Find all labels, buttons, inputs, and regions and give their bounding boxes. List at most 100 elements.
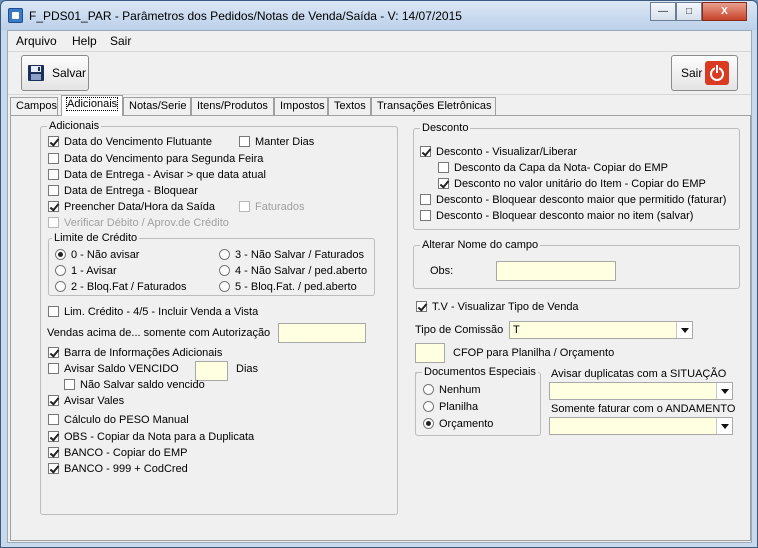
chk-label: Desconto no valor unitário do Item - Cop… [454,178,706,190]
chk-verificar-debito: Verificar Débito / Aprov.de Crédito [48,217,229,231]
tab-adicionais[interactable]: Adicionais [61,95,123,116]
chk-tv-visualizar[interactable]: T.V - Visualizar Tipo de Venda [416,301,579,315]
checkbox-checked [48,201,59,212]
radio-label: Nenhum [439,384,481,396]
radio [423,384,434,395]
chk-label: Preencher Data/Hora da Saída [64,201,216,213]
chk-banco-emp[interactable]: BANCO - Copiar do EMP [48,447,187,461]
chk-preencher-saida[interactable]: Preencher Data/Hora da Saída [48,201,215,215]
chk-venc-segunda[interactable]: Data do Vencimento para Segunda Feira [48,153,263,167]
chk-label: Data de Entrega - Avisar > que data atua… [64,169,266,181]
tipo-comissao-select[interactable]: T [509,321,693,339]
chk-desconto-capa[interactable]: Desconto da Capa da Nota- Copiar do EMP [438,162,668,176]
title-bar[interactable]: F_PDS01_PAR - Parâmetros dos Pedidos/Not… [1,1,757,30]
tab-campos[interactable]: Campos [10,97,58,115]
chk-lim-credito[interactable]: Lim. Crédito - 4/5 - Incluir Venda a Vis… [48,306,258,320]
radio-label: Orçamento [439,418,494,430]
checkbox-checked [48,431,59,442]
chk-label: Data do Vencimento Flutuante [64,136,212,148]
exit-button[interactable]: Sair [671,55,738,91]
power-icon [705,61,729,85]
somente-faturar-select[interactable] [549,417,733,435]
chk-entrega-bloquear[interactable]: Data de Entrega - Bloquear [48,185,198,199]
obs-label: Obs: [430,265,454,277]
radio [55,281,66,292]
radio-doc-orcamento[interactable]: Orçamento [423,418,493,432]
chk-label: Avisar Vales [64,395,125,407]
chk-venc-flutuante[interactable]: Data do Vencimento Flutuante [48,136,212,150]
maximize-button[interactable]: □ [676,2,702,21]
radio [55,265,66,276]
checkbox-checked [438,178,449,189]
chk-barra-info[interactable]: Barra de Informações Adicionais [48,347,222,361]
checkbox [48,153,59,164]
chk-entrega-avisar[interactable]: Data de Entrega - Avisar > que data atua… [48,169,266,183]
radio-limite-0[interactable]: 0 - Não avisar [55,249,139,263]
tab-transacoes-eletronicas[interactable]: Transações Eletrônicas [371,97,496,115]
chk-label: Desconto - Visualizar/Liberar [436,146,578,158]
radio-limite-3[interactable]: 3 - Não Salvar / Faturados [219,249,364,263]
chevron-down-icon[interactable] [716,418,732,434]
radio-label: 2 - Bloq.Fat / Faturados [71,281,187,293]
checkbox [48,185,59,196]
chk-calculo-peso[interactable]: Cálculo do PESO Manual [48,414,189,428]
obs-input[interactable] [496,261,616,281]
somente-faturar-label: Somente faturar com o ANDAMENTO [551,403,736,415]
chk-desconto-unitario[interactable]: Desconto no valor unitário do Item - Cop… [438,178,706,192]
group-desconto-label: Desconto [420,122,471,134]
tab-notas-serie[interactable]: Notas/Serie [123,97,191,115]
chk-label: Desconto - Bloquear desconto maior que p… [436,194,727,206]
chevron-down-icon[interactable] [676,322,692,338]
floppy-disk-icon [28,65,44,81]
radio [219,249,230,260]
chk-avisar-vales[interactable]: Avisar Vales [48,395,124,409]
chk-manter-dias[interactable]: Manter Dias [239,136,314,150]
checkbox [420,210,431,221]
radio-doc-nenhum[interactable]: Nenhum [423,384,481,398]
chevron-down-icon[interactable] [716,383,732,399]
radio [423,401,434,412]
tab-textos[interactable]: Textos [328,97,371,115]
menu-help[interactable]: Help [72,34,97,48]
chk-desconto-bloquear-item[interactable]: Desconto - Bloquear desconto maior no it… [420,210,693,224]
radio-selected [55,249,66,260]
tab-impostos[interactable]: Impostos [274,97,328,115]
chk-obs-copiar[interactable]: OBS - Copiar da Nota para a Duplicata [48,431,254,445]
checkbox [239,136,250,147]
radio-label: 1 - Avisar [71,265,117,277]
radio [219,281,230,292]
checkbox-checked [416,301,427,312]
chk-banco-999[interactable]: BANCO - 999 + CodCred [48,463,188,477]
avisar-duplicatas-select[interactable] [549,382,733,400]
radio-doc-planilha[interactable]: Planilha [423,401,478,415]
chk-nao-salvar-saldo[interactable]: Não Salvar saldo vencido [64,379,205,393]
radio-limite-5[interactable]: 5 - Bloq.Fat. / ped.aberto [219,281,357,295]
chk-desconto-bloquear-maior[interactable]: Desconto - Bloquear desconto maior que p… [420,194,726,208]
tab-itens-produtos[interactable]: Itens/Produtos [191,97,274,115]
chk-label: Data de Entrega - Bloquear [64,185,198,197]
radio-limite-2[interactable]: 2 - Bloq.Fat / Faturados [55,281,187,295]
save-button[interactable]: Salvar [21,55,89,91]
chk-desconto-visualizar[interactable]: Desconto - Visualizar/Liberar [420,146,577,160]
menu-sair[interactable]: Sair [110,34,131,48]
close-button[interactable]: X [702,2,747,21]
checkbox [48,414,59,425]
vendas-acima-input[interactable] [278,323,366,343]
radio-limite-4[interactable]: 4 - Não Salvar / ped.aberto [219,265,367,279]
checkbox [48,306,59,317]
toolbar: Salvar Sair [8,51,751,95]
menu-arquivo[interactable]: Arquivo [16,34,57,48]
checkbox [48,217,59,228]
dias-input[interactable] [195,361,228,381]
cfop-input[interactable] [415,343,445,363]
checkbox-checked [420,146,431,157]
menu-bar: Arquivo Help Sair [8,31,751,51]
chk-avisar-saldo[interactable]: Avisar Saldo VENCIDO [48,363,179,377]
tipo-comissao-label: Tipo de Comissão [415,324,504,336]
main-window: F_PDS01_PAR - Parâmetros dos Pedidos/Not… [0,0,758,548]
chk-label: Desconto - Bloquear desconto maior no it… [436,210,694,222]
radio-limite-1[interactable]: 1 - Avisar [55,265,117,279]
minimize-button[interactable]: — [650,2,676,21]
checkbox [48,363,59,374]
tipo-comissao-value: T [513,324,520,336]
